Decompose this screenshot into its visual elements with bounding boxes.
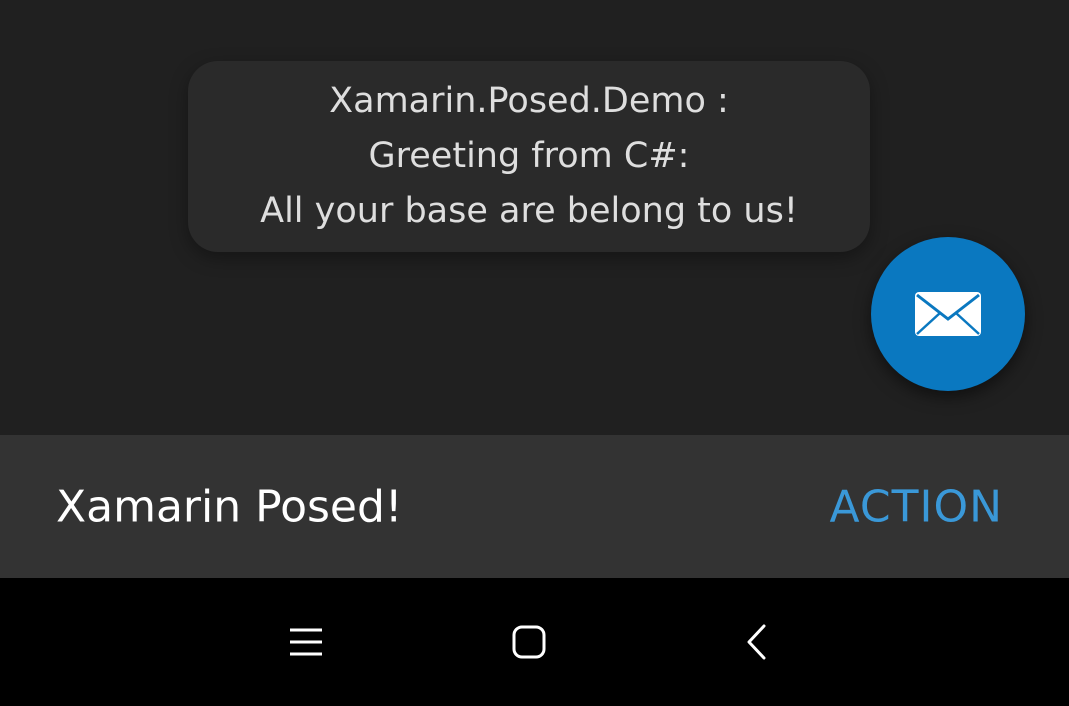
nav-back-button[interactable] xyxy=(728,614,784,670)
system-navigation-bar xyxy=(0,578,1069,706)
toast-line-body: All your base are belong to us! xyxy=(260,191,798,231)
menu-icon xyxy=(290,628,322,656)
snackbar-message: Xamarin Posed! xyxy=(56,481,403,532)
snackbar: Xamarin Posed! ACTION xyxy=(0,435,1069,578)
toast-message: Xamarin.Posed.Demo : Greeting from C#: A… xyxy=(188,61,870,252)
toast-line-app-name: Xamarin.Posed.Demo : xyxy=(329,81,729,121)
nav-home-button[interactable] xyxy=(501,614,557,670)
mail-icon xyxy=(915,292,981,336)
home-icon xyxy=(512,625,546,659)
app-screen: Xamarin.Posed.Demo : Greeting from C#: A… xyxy=(0,0,1069,706)
snackbar-action-button[interactable]: ACTION xyxy=(830,481,1003,532)
nav-menu-button[interactable] xyxy=(278,614,334,670)
toast-line-greeting: Greeting from C#: xyxy=(368,136,690,176)
mail-fab-button[interactable] xyxy=(871,237,1025,391)
back-icon xyxy=(747,624,766,660)
